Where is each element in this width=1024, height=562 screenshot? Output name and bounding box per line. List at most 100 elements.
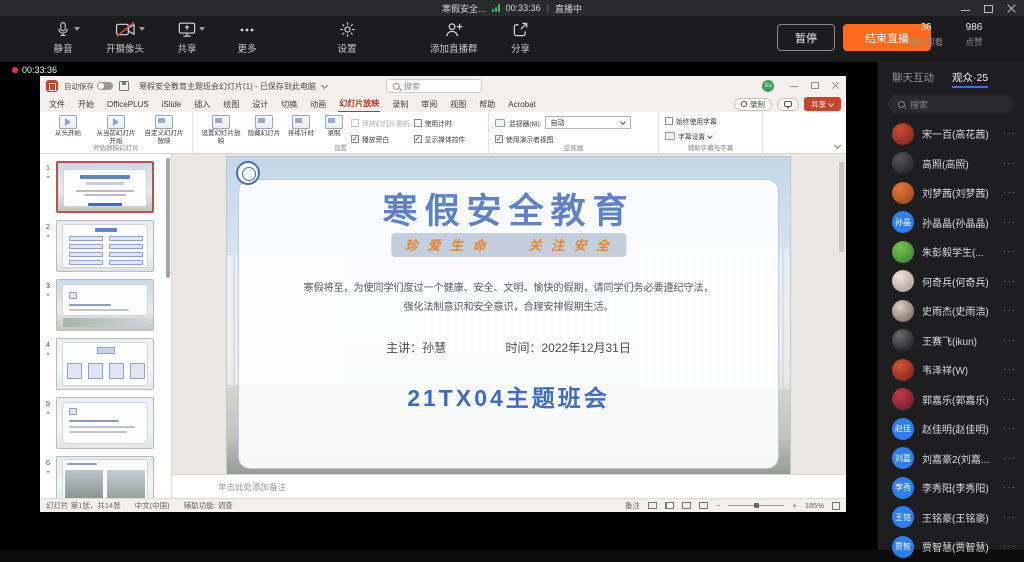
hide-slide-button[interactable]: 隐藏幻灯片 [247,114,281,138]
record-button[interactable]: 录制 [734,97,772,111]
viewer-more-icon[interactable]: ··· [1003,128,1016,139]
status-language[interactable]: 中文(中国) [135,500,170,511]
zoom-level[interactable]: 185% [805,501,824,510]
thumbnail-preview[interactable] [56,338,154,390]
rehearse-timings-button[interactable]: 排练计时 [285,114,317,138]
slideshow-view-icon[interactable] [699,502,709,509]
ppt-tab-帮助[interactable]: 帮助 [478,97,496,112]
body-line-2: 强化法制意识和安全意识，合理安排假期生活。 [403,302,614,313]
slide-canvas[interactable]: 寒假安全教育 珍 爱 生 命 关 注 安 全 寒假将至，为使同学们度过一个健康、… [227,157,790,474]
thumbnail-preview[interactable] [56,456,154,498]
user-avatar[interactable]: Xu [762,80,774,92]
toolbar-item-share-screen[interactable]: 共享 [170,20,206,55]
ppt-tab-Acrobat[interactable]: Acrobat [507,98,537,111]
always-use-subtitles-checkbox[interactable]: 始终使用字幕 [665,116,717,126]
viewer-more-icon[interactable]: ··· [1003,187,1016,198]
zoom-out-icon[interactable]: − [716,501,720,510]
fit-slide-icon[interactable] [832,501,840,510]
notes-toggle-button[interactable]: 备注 [625,500,640,511]
sidebar-tab-audience[interactable]: 观众·25 [952,70,989,88]
toolbar-item-label: 更多 [237,44,257,55]
chevron-down-icon[interactable] [322,83,328,89]
viewer-more-icon[interactable]: ··· [1003,158,1016,169]
from-beginning-button[interactable]: 从头开始 [46,114,90,138]
subtitle-settings-button[interactable]: 字幕设置 [665,131,713,141]
slide-thumbnail-6[interactable]: 6 ✦ [40,456,161,498]
ppt-tab-动画[interactable]: 动画 [309,97,327,112]
viewer-more-icon[interactable]: ··· [1003,217,1016,228]
viewer-more-icon[interactable]: ··· [1003,364,1016,375]
slide-thumbnail-5[interactable]: 5 ✦ [40,397,161,449]
slide-thumbnail-2[interactable]: 2 ✦ [40,220,161,272]
slide-thumbnail-4[interactable]: 4 ✦ [40,338,161,390]
toolbar-item-camera[interactable]: 开摄像头 [106,20,145,55]
ppt-minimize-icon[interactable] [790,81,798,89]
toolbar-item-mute[interactable]: 静音 [46,20,80,55]
ppt-tab-审阅[interactable]: 审阅 [420,97,438,112]
normal-view-icon[interactable] [648,502,658,509]
thumbnail-scrollbar[interactable] [166,158,170,278]
keep-slides-updated-checkbox[interactable]: 保持幻灯片更新 [351,118,410,128]
toolbar-item-add-live-group[interactable]: 添加直播群 [430,20,478,55]
autosave-toggle[interactable]: 自动保存 [64,81,113,92]
maximize-icon[interactable] [984,4,993,13]
minimize-icon[interactable] [961,4,970,13]
slide-thumbnail-1[interactable]: 1 ✦ [40,161,161,213]
viewer-list: 宋一百(高花茜) ··· 高照(高照) ··· 刘梦茜(刘梦茜) ··· 孙晶 孙晶晶(孙晶晶… [878,119,1024,562]
viewer-more-icon[interactable]: ··· [1003,246,1016,257]
notes-bar[interactable]: 单击此处添加备注 [172,474,846,498]
thumbnail-preview[interactable] [56,397,154,449]
viewer-more-icon[interactable]: ··· [1003,276,1016,287]
toolbar-item-share[interactable]: 分享 [504,20,538,55]
ppt-tab-文件[interactable]: 文件 [48,97,66,112]
ppt-tab-幻灯片放映[interactable]: 幻灯片放映 [338,96,381,113]
viewer-more-icon[interactable]: ··· [1003,482,1016,493]
slide-thumbnail-3[interactable]: 3 ✦ [40,279,161,331]
ppt-tab-视图[interactable]: 视图 [449,97,467,112]
ppt-tab-录制[interactable]: 录制 [391,97,409,112]
collapse-ribbon-icon[interactable] [834,143,841,150]
ppt-tab-OfficePLUS[interactable]: OfficePLUS [106,98,150,111]
toolbar-item-settings[interactable]: 设置 [330,20,364,55]
viewer-more-icon[interactable]: ··· [1003,305,1016,316]
thumbnail-preview[interactable] [56,220,154,272]
audience-search-input[interactable]: 搜索 [888,95,1014,113]
viewer-more-icon[interactable]: ··· [1003,453,1016,464]
caret-down-icon[interactable] [74,27,80,31]
pause-button[interactable]: 暂停 [777,24,835,51]
status-accessibility[interactable]: 辅助功能: 调查 [184,500,233,511]
use-timings-checkbox[interactable]: 使用计时 [413,118,466,128]
thumbnail-preview[interactable] [56,279,154,331]
ppt-maximize-icon[interactable] [811,81,819,89]
ppt-search-box[interactable]: 搜索 [386,79,482,93]
monitor-dropdown[interactable]: 自动 [545,116,632,129]
close-icon[interactable] [1007,4,1016,13]
record-slideshow-button[interactable]: 录制 [321,114,347,138]
reading-view-icon[interactable] [682,502,692,509]
ppt-tab-iSlide[interactable]: iSlide [161,98,183,111]
record-ss-label: 录制 [327,130,341,137]
viewer-more-icon[interactable]: ··· [1003,423,1016,434]
ppt-tab-切换[interactable]: 切换 [280,97,298,112]
zoom-slider[interactable] [728,502,785,508]
slide-sorter-view-icon[interactable] [665,502,675,509]
sidebar-tab-chat[interactable]: 聊天互动 [892,70,934,88]
thumbnail-preview[interactable] [56,161,154,213]
ppt-tab-设计[interactable]: 设计 [251,97,269,112]
toolbar-item-more[interactable]: 更多 [230,20,264,55]
ppt-tab-绘图[interactable]: 绘图 [222,97,240,112]
viewer-more-icon[interactable]: ··· [1003,394,1016,405]
ppt-close-icon[interactable] [832,81,840,89]
save-icon[interactable] [119,81,129,91]
slide-area-scrollbar[interactable] [839,162,844,252]
viewer-more-icon[interactable]: ··· [1003,541,1016,552]
ppt-tab-开始[interactable]: 开始 [77,97,95,112]
comments-button[interactable] [777,97,799,111]
ppt-share-button[interactable]: 共享 [804,97,841,111]
viewer-more-icon[interactable]: ··· [1003,512,1016,523]
ppt-tab-插入[interactable]: 插入 [193,97,211,112]
caret-down-icon[interactable] [138,27,145,31]
zoom-in-icon[interactable]: + [792,501,796,510]
viewer-more-icon[interactable]: ··· [1003,335,1016,346]
caret-down-icon[interactable] [199,27,206,31]
